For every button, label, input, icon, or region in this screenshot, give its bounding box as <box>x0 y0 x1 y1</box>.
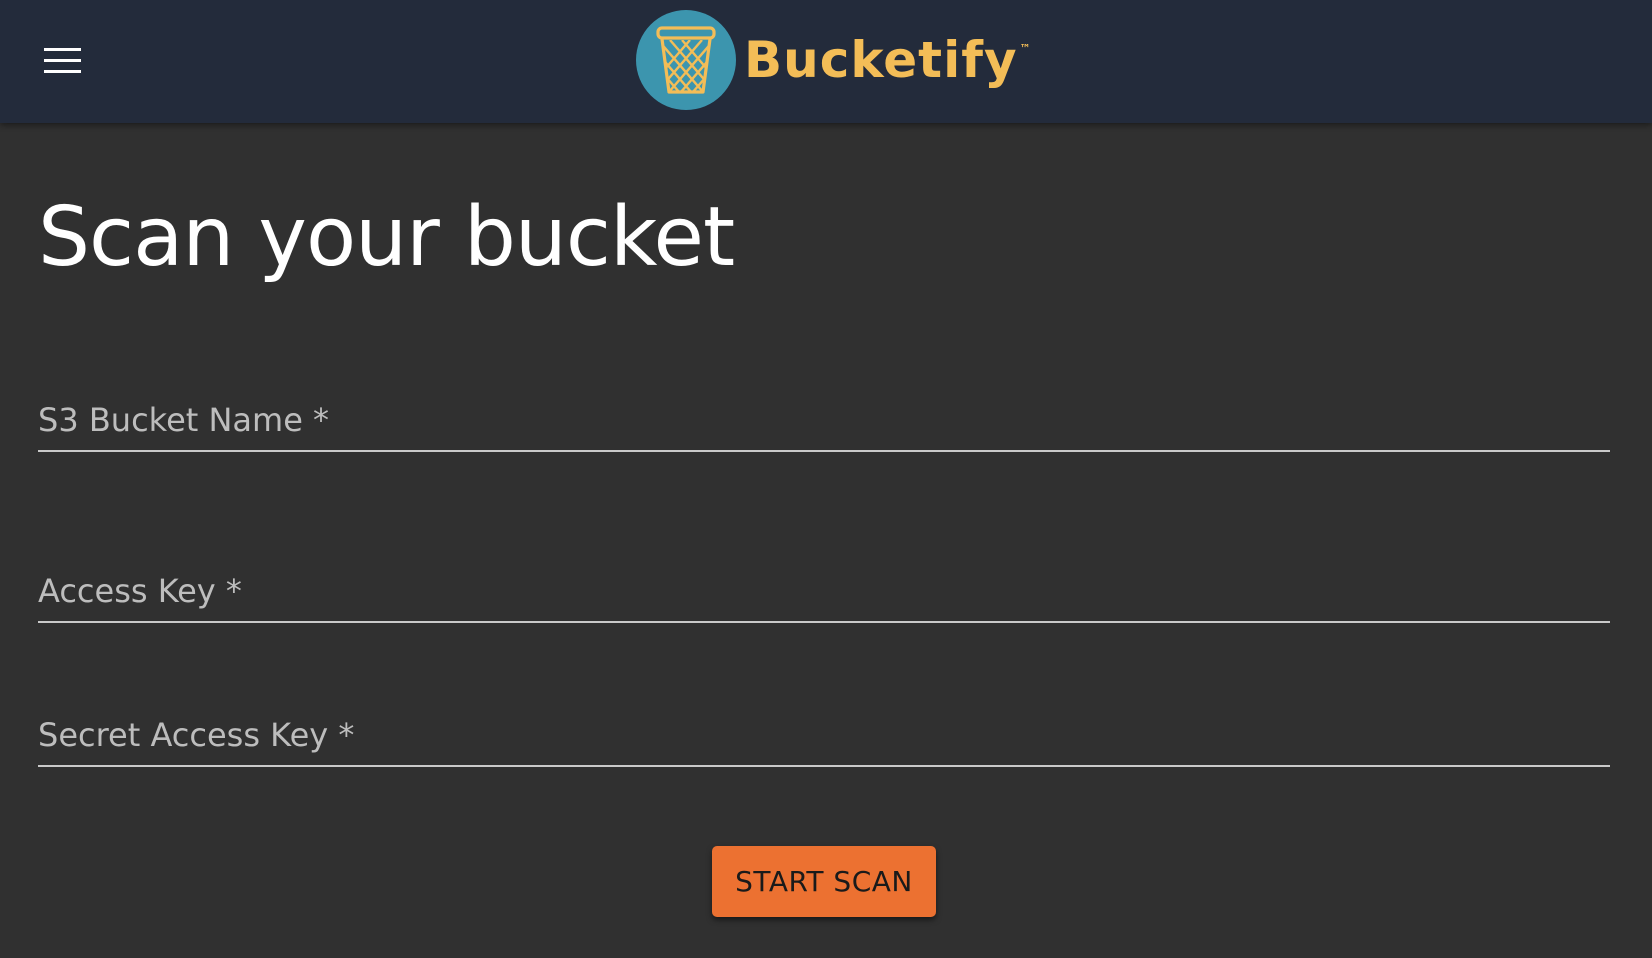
brand-name: Bucketify <box>744 31 1018 89</box>
menu-bar-line <box>43 69 81 73</box>
secret-access-key-field <box>38 709 1610 767</box>
hamburger-menu-icon[interactable] <box>30 34 94 86</box>
start-scan-button[interactable]: START SCAN <box>712 846 936 917</box>
trash-basket-icon <box>636 10 736 110</box>
trademark-symbol: ™ <box>1019 42 1031 55</box>
menu-bar-line <box>43 47 81 51</box>
page-title: Scan your bucket <box>38 190 735 285</box>
bucket-name-input[interactable] <box>38 398 1610 442</box>
secret-access-key-input[interactable] <box>38 713 1610 757</box>
bucket-name-field <box>38 394 1610 452</box>
menu-bar-line <box>43 58 81 62</box>
brand-logo-link[interactable]: Bucketify ™ <box>636 8 1031 112</box>
access-key-input[interactable] <box>38 569 1610 613</box>
access-key-field <box>38 565 1610 623</box>
app-bar: Bucketify ™ <box>0 0 1652 123</box>
